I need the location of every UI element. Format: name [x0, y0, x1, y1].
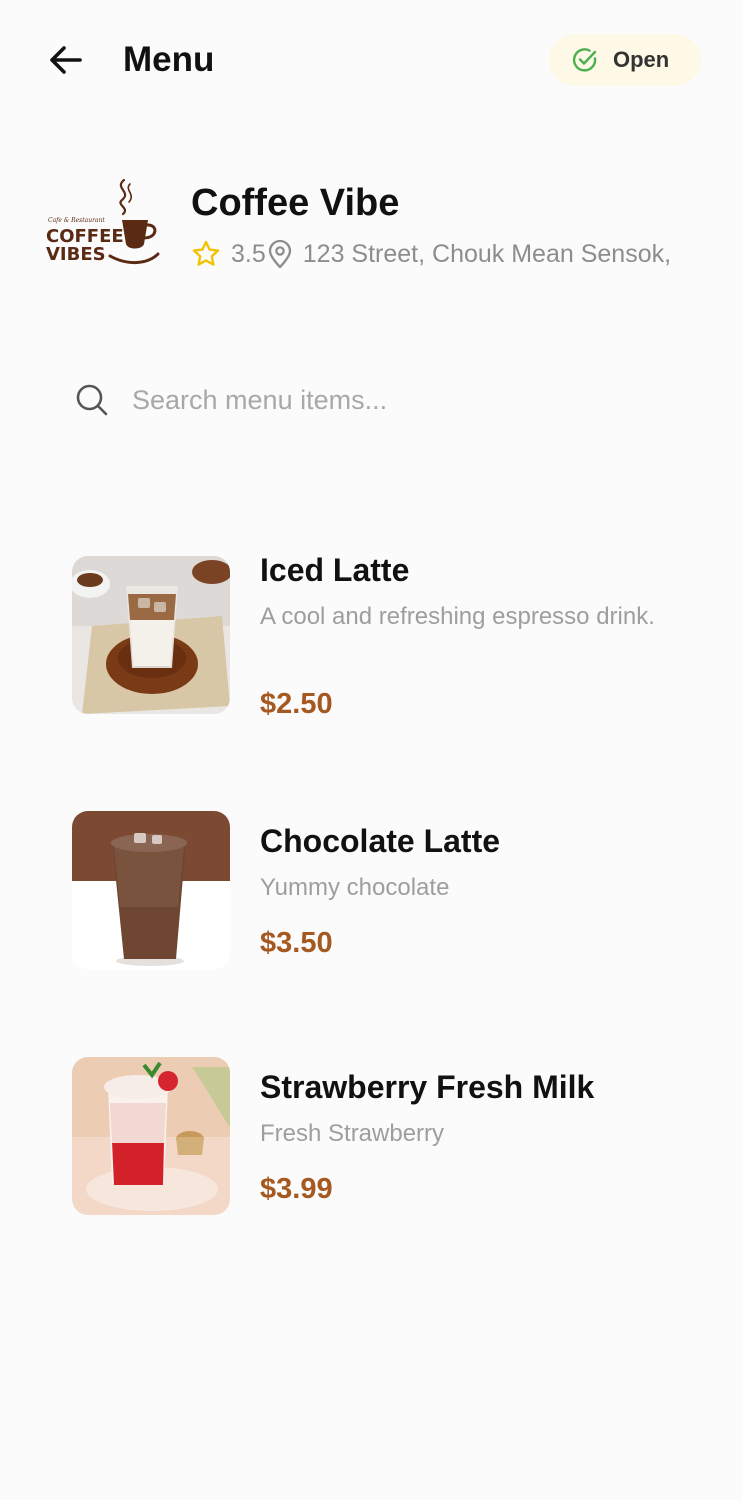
back-button[interactable]	[44, 38, 88, 82]
logo-tagline: Cafe & Restaurant	[48, 217, 105, 224]
search-input[interactable]	[130, 383, 654, 417]
menu-item-price: $3.50	[260, 927, 333, 959]
search-bar[interactable]	[44, 360, 698, 440]
status-badge: Open	[549, 34, 701, 86]
shop-rating: 3.5	[231, 239, 266, 268]
page-title: Menu	[123, 40, 215, 79]
shop-address: 123 Street, Chouk Mean Sensok,	[302, 239, 672, 268]
search-icon	[76, 384, 108, 416]
menu-item-description: A cool and refreshing espresso drink.	[260, 603, 655, 630]
map-pin-icon	[268, 239, 291, 269]
menu-item-description: Yummy chocolate	[260, 874, 450, 901]
menu-item-name: Iced Latte	[260, 552, 410, 588]
menu-item-iced-latte[interactable]: Iced Latte A cool and refreshing espress…	[72, 552, 712, 726]
menu-item-price: $2.50	[260, 688, 333, 720]
top-bar: Menu Open	[0, 0, 742, 120]
menu-item-strawberry-fresh-milk[interactable]: Strawberry Fresh Milk Fresh Strawberry $…	[72, 1057, 712, 1227]
shop-name: Coffee Vibe	[191, 182, 400, 224]
menu-item-price: $3.99	[260, 1173, 333, 1205]
status-label: Open	[613, 47, 670, 72]
shop-info: Cafe & Restaurant COFFEE VIBES Coffee Vi…	[0, 160, 742, 300]
menu-item-description: Fresh Strawberry	[260, 1120, 445, 1147]
menu-item-name: Chocolate Latte	[260, 823, 501, 859]
menu-item-image	[72, 811, 230, 969]
logo-text-line2: VIBES	[46, 244, 106, 265]
shop-logo: Cafe & Restaurant COFFEE VIBES	[46, 178, 160, 265]
menu-item-image	[72, 556, 230, 714]
menu-item-chocolate-latte[interactable]: Chocolate Latte Yummy chocolate $3.50	[72, 811, 712, 981]
arrow-left-icon	[50, 46, 82, 74]
star-icon	[192, 240, 220, 266]
shop-meta: 3.5 123 Street, Chouk Mean Sensok,	[191, 236, 671, 272]
menu-item-name: Strawberry Fresh Milk	[260, 1069, 595, 1105]
check-circle-icon	[572, 48, 597, 72]
menu-item-image	[72, 1057, 230, 1215]
